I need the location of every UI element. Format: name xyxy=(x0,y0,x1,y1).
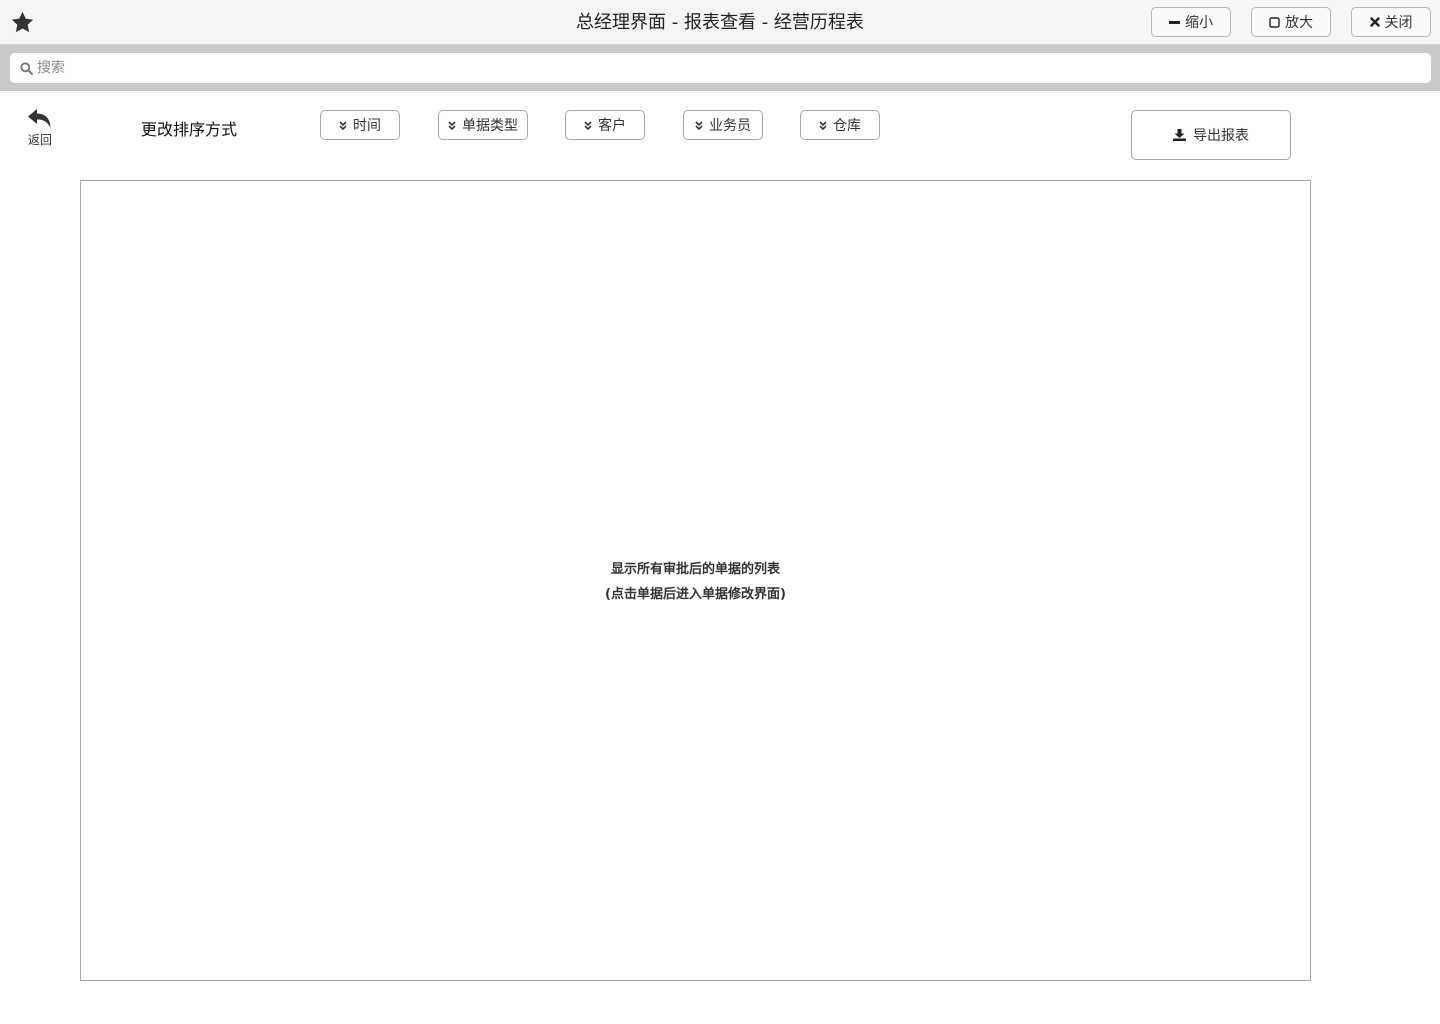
export-report-label: 导出报表 xyxy=(1193,128,1249,144)
sort-by-salesman-label: 业务员 xyxy=(709,118,751,134)
sort-by-doctype-label: 单据类型 xyxy=(462,118,518,134)
double-chevron-down-icon xyxy=(584,120,592,130)
minimize-button[interactable]: 缩小 xyxy=(1151,7,1231,37)
search-input[interactable] xyxy=(37,60,1417,76)
sort-by-warehouse-label: 仓库 xyxy=(833,118,861,134)
maximize-label: 放大 xyxy=(1285,15,1313,31)
maximize-button[interactable]: 放大 xyxy=(1251,7,1331,37)
document-list-placeholder: 显示所有审批后的单据的列表 (点击单据后进入单据修改界面) xyxy=(81,557,1310,607)
double-chevron-down-icon xyxy=(819,120,827,130)
sort-by-warehouse-button[interactable]: 仓库 xyxy=(800,110,880,140)
times-icon xyxy=(1369,17,1380,27)
square-icon xyxy=(1269,16,1280,28)
download-icon xyxy=(1173,129,1186,141)
reply-icon xyxy=(28,109,51,128)
search-box[interactable] xyxy=(10,53,1431,83)
star-icon[interactable] xyxy=(10,10,35,35)
sort-by-time-button[interactable]: 时间 xyxy=(320,110,400,140)
search-bar xyxy=(0,45,1440,91)
double-chevron-down-icon xyxy=(448,120,456,130)
document-list-description: 显示所有审批后的单据的列表 xyxy=(610,562,780,577)
sort-by-customer-label: 客户 xyxy=(598,118,626,134)
sort-by-doctype-button[interactable]: 单据类型 xyxy=(438,110,528,140)
back-label: 返回 xyxy=(27,133,52,147)
document-list-hint: (点击单据后进入单据修改界面) xyxy=(605,587,786,602)
sort-by-time-label: 时间 xyxy=(353,118,381,134)
sort-by-salesman-button[interactable]: 业务员 xyxy=(683,110,763,140)
close-label: 关闭 xyxy=(1384,15,1413,31)
close-button[interactable]: 关闭 xyxy=(1351,7,1431,37)
back-button[interactable]: 返回 xyxy=(24,108,56,150)
search-icon xyxy=(20,61,33,75)
document-list[interactable]: 显示所有审批后的单据的列表 (点击单据后进入单据修改界面) xyxy=(80,180,1311,981)
double-chevron-down-icon xyxy=(695,120,703,130)
export-report-button[interactable]: 导出报表 xyxy=(1131,110,1291,160)
minimize-label: 缩小 xyxy=(1185,15,1213,31)
double-chevron-down-icon xyxy=(339,120,347,130)
title-bar: 总经理界面 - 报表查看 - 经营历程表 缩小 放大 关闭 xyxy=(0,0,1440,45)
sort-label: 更改排序方式 xyxy=(141,120,238,139)
minus-icon xyxy=(1169,20,1180,24)
sort-by-customer-button[interactable]: 客户 xyxy=(565,110,645,140)
